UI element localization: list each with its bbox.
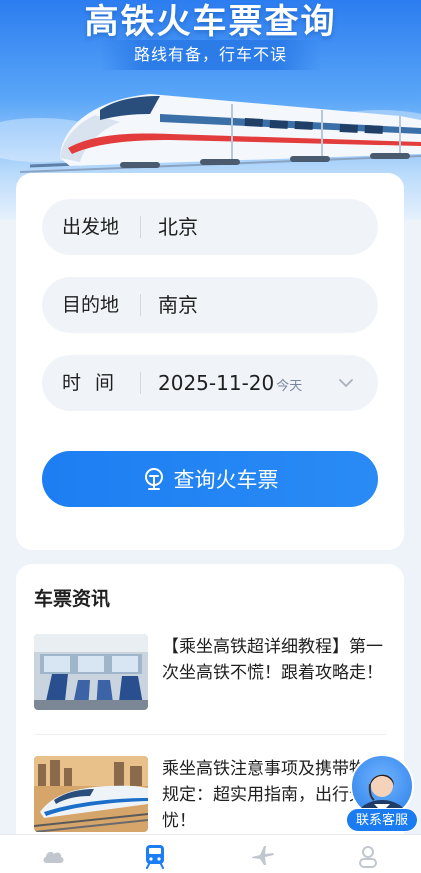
chevron-down-icon[interactable] [336,373,356,393]
date-field[interactable]: 时间 2025-11-20 今天 [42,355,378,411]
nav-item-train[interactable] [142,843,168,869]
departure-field[interactable]: 出发地 北京 [42,199,378,255]
departure-value: 北京 [158,215,198,239]
train-icon [146,845,164,869]
page-subtitle: 路线有备，行车不误 [100,40,321,70]
nav-item-flight[interactable] [250,843,276,869]
bottom-navigation [0,834,421,873]
news-thumbnail-train-interior [34,634,148,710]
field-divider [140,216,141,238]
destination-field[interactable]: 目的地 南京 [42,277,378,333]
ticket-query-form: 出发地 北京 目的地 南京 时间 2025-11-20 今天 查询火车票 [16,173,404,550]
search-tickets-label: 查询火车票 [173,468,279,492]
date-label: 时间 [62,372,129,394]
profile-icon [359,846,377,868]
news-thumbnail-bullet-train [34,756,148,832]
nav-item-profile[interactable] [355,843,381,869]
news-item[interactable]: 乘坐高铁注意事项及携带物品规定：超实用指南，出行无忧！ [34,756,394,836]
date-hint: 今天 [276,379,303,394]
news-item[interactable]: 【乘坐高铁超详细教程】第一次坐高铁不慌！跟着攻略走！ [34,634,394,714]
weather-icon [43,851,64,863]
news-divider [34,734,386,735]
search-tickets-button[interactable]: 查询火车票 [42,451,378,507]
page-title: 高铁火车票查询 [84,2,337,42]
field-divider [140,294,141,316]
nav-item-weather[interactable] [40,843,66,869]
field-divider [140,372,141,394]
date-value-wrap: 2025-11-20 今天 [158,355,302,411]
customer-service-button[interactable]: 联系客服 [344,754,420,836]
date-value: 2025-11-20 [158,371,275,395]
airplane-icon [252,846,274,865]
destination-label: 目的地 [62,294,120,316]
departure-label: 出发地 [62,216,120,238]
destination-value: 南京 [158,293,198,317]
high-speed-train-illustration [0,94,421,173]
customer-service-label: 联系客服 [346,808,418,832]
news-section-title: 车票资讯 [34,588,111,610]
railway-logo-icon [144,468,163,490]
news-item-text: 【乘坐高铁超详细教程】第一次坐高铁不慌！跟着攻略走！ [162,637,383,683]
